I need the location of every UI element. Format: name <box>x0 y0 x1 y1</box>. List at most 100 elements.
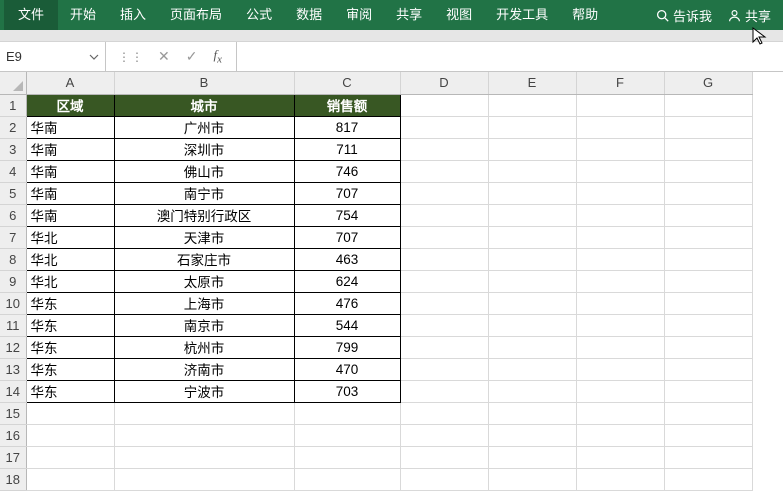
tab-formulas[interactable]: 公式 <box>234 0 284 30</box>
cell-empty[interactable] <box>400 424 488 446</box>
cancel-button[interactable]: ✕ <box>150 48 178 65</box>
cell-empty[interactable] <box>400 292 488 314</box>
cell-region[interactable]: 华北 <box>26 270 114 292</box>
cell-empty[interactable] <box>400 402 488 424</box>
tab-insert[interactable]: 插入 <box>108 0 158 30</box>
row-header-12[interactable]: 12 <box>0 336 26 358</box>
row-header-4[interactable]: 4 <box>0 160 26 182</box>
cell-sales[interactable]: 470 <box>294 358 400 380</box>
header-sales[interactable]: 销售额 <box>294 94 400 116</box>
cell-empty[interactable] <box>400 358 488 380</box>
cell-empty[interactable] <box>664 424 752 446</box>
cell-empty[interactable] <box>488 446 576 468</box>
cell-empty[interactable] <box>400 468 488 490</box>
cell-empty[interactable] <box>664 292 752 314</box>
cell-region[interactable]: 华南 <box>26 138 114 160</box>
enter-button[interactable]: ✓ <box>178 48 206 65</box>
cell-empty[interactable] <box>664 358 752 380</box>
cell-sales[interactable]: 707 <box>294 226 400 248</box>
share-button[interactable]: 共享 <box>720 0 779 30</box>
cell-city[interactable]: 石家庄市 <box>114 248 294 270</box>
cell-region[interactable]: 华南 <box>26 204 114 226</box>
row-header-11[interactable]: 11 <box>0 314 26 336</box>
cell-city[interactable]: 天津市 <box>114 226 294 248</box>
select-all-corner[interactable] <box>0 72 26 94</box>
cell-empty[interactable] <box>664 446 752 468</box>
cell-empty[interactable] <box>400 380 488 402</box>
cell-empty[interactable] <box>664 94 752 116</box>
spreadsheet-grid[interactable]: ABCDEFG1区域城市销售额2华南广州市8173华南深圳市7114华南佛山市7… <box>0 72 783 491</box>
cell-sales[interactable]: 746 <box>294 160 400 182</box>
cell-empty[interactable] <box>294 446 400 468</box>
row-header-15[interactable]: 15 <box>0 402 26 424</box>
cell-empty[interactable] <box>488 380 576 402</box>
cell-city[interactable]: 深圳市 <box>114 138 294 160</box>
cell-empty[interactable] <box>488 94 576 116</box>
cell-empty[interactable] <box>114 446 294 468</box>
cell-city[interactable]: 佛山市 <box>114 160 294 182</box>
more-icon[interactable]: ⋮⋮ <box>112 50 150 64</box>
row-header-17[interactable]: 17 <box>0 446 26 468</box>
cell-empty[interactable] <box>664 138 752 160</box>
cell-empty[interactable] <box>664 160 752 182</box>
header-city[interactable]: 城市 <box>114 94 294 116</box>
cell-city[interactable]: 杭州市 <box>114 336 294 358</box>
cell-empty[interactable] <box>576 182 664 204</box>
cell-sales[interactable]: 624 <box>294 270 400 292</box>
cell-empty[interactable] <box>400 314 488 336</box>
cell-empty[interactable] <box>576 446 664 468</box>
tab-review[interactable]: 审阅 <box>334 0 384 30</box>
cell-empty[interactable] <box>294 468 400 490</box>
cell-empty[interactable] <box>664 380 752 402</box>
col-header-G[interactable]: G <box>664 72 752 94</box>
cell-empty[interactable] <box>114 424 294 446</box>
cell-empty[interactable] <box>400 116 488 138</box>
cell-empty[interactable] <box>488 160 576 182</box>
cell-empty[interactable] <box>488 116 576 138</box>
tab-view[interactable]: 视图 <box>434 0 484 30</box>
tab-help[interactable]: 帮助 <box>560 0 610 30</box>
cell-empty[interactable] <box>400 160 488 182</box>
cell-empty[interactable] <box>26 402 114 424</box>
cell-empty[interactable] <box>114 468 294 490</box>
cell-empty[interactable] <box>576 160 664 182</box>
tab-developer[interactable]: 开发工具 <box>484 0 560 30</box>
cell-region[interactable]: 华东 <box>26 336 114 358</box>
cell-region[interactable]: 华东 <box>26 380 114 402</box>
cell-empty[interactable] <box>576 314 664 336</box>
cell-empty[interactable] <box>664 402 752 424</box>
cell-region[interactable]: 华南 <box>26 116 114 138</box>
cell-empty[interactable] <box>664 314 752 336</box>
cell-region[interactable]: 华南 <box>26 182 114 204</box>
cell-city[interactable]: 广州市 <box>114 116 294 138</box>
col-header-D[interactable]: D <box>400 72 488 94</box>
row-header-13[interactable]: 13 <box>0 358 26 380</box>
cell-empty[interactable] <box>576 204 664 226</box>
cell-empty[interactable] <box>488 270 576 292</box>
cell-empty[interactable] <box>576 270 664 292</box>
cell-empty[interactable] <box>488 226 576 248</box>
row-header-6[interactable]: 6 <box>0 204 26 226</box>
cell-city[interactable]: 济南市 <box>114 358 294 380</box>
cell-empty[interactable] <box>488 402 576 424</box>
cell-sales[interactable]: 817 <box>294 116 400 138</box>
cell-empty[interactable] <box>664 468 752 490</box>
cell-empty[interactable] <box>400 270 488 292</box>
cell-sales[interactable]: 707 <box>294 182 400 204</box>
tab-share[interactable]: 共享 <box>384 0 434 30</box>
row-header-9[interactable]: 9 <box>0 270 26 292</box>
cell-region[interactable]: 华东 <box>26 314 114 336</box>
cell-empty[interactable] <box>576 358 664 380</box>
cell-empty[interactable] <box>400 182 488 204</box>
row-header-2[interactable]: 2 <box>0 116 26 138</box>
row-header-14[interactable]: 14 <box>0 380 26 402</box>
cell-empty[interactable] <box>400 336 488 358</box>
cell-empty[interactable] <box>576 380 664 402</box>
row-header-7[interactable]: 7 <box>0 226 26 248</box>
row-header-3[interactable]: 3 <box>0 138 26 160</box>
row-header-5[interactable]: 5 <box>0 182 26 204</box>
row-header-10[interactable]: 10 <box>0 292 26 314</box>
cell-empty[interactable] <box>488 314 576 336</box>
cell-city[interactable]: 宁波市 <box>114 380 294 402</box>
row-header-8[interactable]: 8 <box>0 248 26 270</box>
